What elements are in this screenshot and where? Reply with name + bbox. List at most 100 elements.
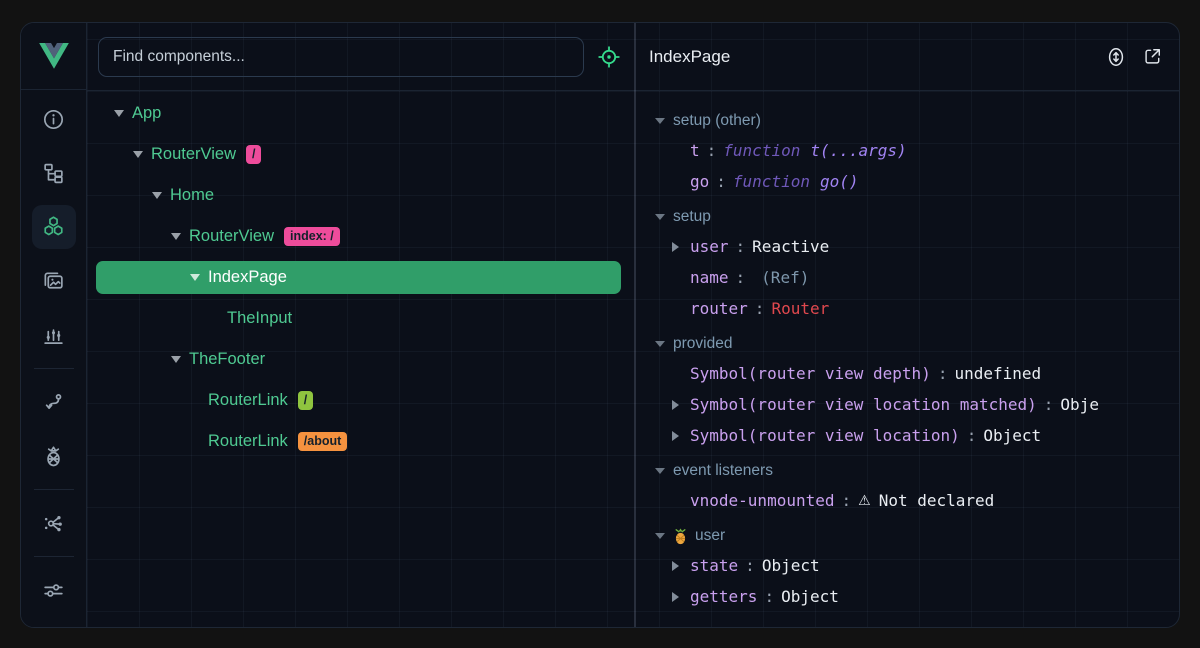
property-colon: : xyxy=(707,141,717,160)
section-user: userstate:Objectgetters:Object xyxy=(635,522,1179,612)
inspector-header-icons xyxy=(1105,46,1163,68)
inspect-target-icon[interactable] xyxy=(597,45,621,69)
tree-node-theinput-5[interactable]: TheInput xyxy=(96,302,621,335)
caret-down-icon[interactable] xyxy=(171,356,189,363)
property-colon: : xyxy=(755,299,765,318)
property-colon: : xyxy=(842,491,852,510)
section-label: setup (other) xyxy=(673,112,761,130)
function-keyword: function xyxy=(723,141,800,160)
section-header[interactable]: event listeners xyxy=(635,457,1179,485)
property-key: vnode-unmounted xyxy=(690,491,835,510)
property-row[interactable]: Symbol(router view location matched):Obj… xyxy=(635,389,1179,420)
property-row[interactable]: router:Router xyxy=(635,293,1179,324)
property-value: Router xyxy=(771,299,829,318)
property-row[interactable]: getters:Object xyxy=(635,581,1179,612)
caret-right-icon[interactable] xyxy=(672,431,690,441)
caret-down-glyph xyxy=(152,192,162,199)
tree-node-routerview-1[interactable]: RouterView/ xyxy=(96,138,621,171)
property-colon: : xyxy=(736,268,746,287)
info-icon[interactable] xyxy=(27,92,81,146)
tree-node-label: RouterLink xyxy=(208,391,288,410)
property-value: Object xyxy=(983,426,1041,445)
route-badge: / xyxy=(246,145,261,164)
pinia-store-icon xyxy=(673,528,688,545)
caret-down-icon[interactable] xyxy=(171,233,189,240)
caret-down-icon[interactable] xyxy=(190,274,208,281)
property-key: Symbol(router view location) xyxy=(690,426,960,445)
route-badge: /about xyxy=(298,432,348,451)
property-colon: : xyxy=(745,556,755,575)
inspector-body: setup (other)t:functiont(...args)go:func… xyxy=(635,91,1179,627)
tree-node-routerlink-7[interactable]: RouterLink / xyxy=(96,384,621,417)
pages-tree-icon[interactable] xyxy=(27,146,81,200)
tree-node-app-0[interactable]: App xyxy=(96,97,621,130)
caret-down-icon[interactable] xyxy=(655,118,673,124)
function-keyword: function xyxy=(733,172,810,191)
property-row[interactable]: Symbol(router view depth):undefined xyxy=(635,358,1179,389)
caret-down-icon[interactable] xyxy=(655,214,673,220)
components-icon[interactable] xyxy=(27,200,81,254)
caret-down-icon[interactable] xyxy=(152,192,170,199)
tree-node-indexpage-4[interactable]: IndexPage xyxy=(96,261,621,294)
property-row[interactable]: t: function t(...args) xyxy=(635,135,1179,166)
caret-down-icon[interactable] xyxy=(133,151,151,158)
route-badge: / xyxy=(298,391,313,410)
tree-node-routerlink-8[interactable]: RouterLink/about xyxy=(96,425,621,458)
caret-right-glyph xyxy=(672,592,679,602)
function-signature: t(...args) xyxy=(810,141,906,160)
tree-node-label: IndexPage xyxy=(208,268,287,287)
property-row[interactable]: state: Object xyxy=(635,550,1179,581)
section-header[interactable]: setup (other) xyxy=(635,107,1179,135)
property-value: Not declared xyxy=(879,491,995,510)
property-key: t xyxy=(690,141,700,160)
property-row[interactable]: user:Reactive xyxy=(635,231,1179,262)
property-key: user xyxy=(690,237,729,256)
warning-icon: ⚠ xyxy=(858,493,871,509)
caret-down-glyph xyxy=(171,356,181,363)
tree-node-routerview-3[interactable]: RouterViewindex: / xyxy=(96,220,621,253)
caret-right-icon[interactable] xyxy=(672,561,690,571)
section-setup: setupuser:Reactivename:(Ref)router:Route… xyxy=(635,203,1179,324)
router-icon[interactable] xyxy=(27,375,81,429)
caret-right-icon[interactable] xyxy=(672,592,690,602)
search-input[interactable] xyxy=(98,37,584,77)
caret-right-icon[interactable] xyxy=(672,400,690,410)
section-header[interactable]: setup xyxy=(635,203,1179,231)
property-value: Object xyxy=(781,587,839,606)
tree-node-thefooter-6[interactable]: TheFooter xyxy=(96,343,621,376)
sidebar-divider xyxy=(34,368,74,369)
caret-down-icon[interactable] xyxy=(114,110,132,117)
timeline-icon[interactable] xyxy=(27,308,81,362)
open-in-editor-icon[interactable] xyxy=(1142,46,1163,67)
property-colon: : xyxy=(736,237,746,256)
property-key: name xyxy=(690,268,729,287)
tree-node-label: RouterLink xyxy=(208,432,288,451)
section-label: provided xyxy=(673,335,732,353)
property-key: state xyxy=(690,556,738,575)
caret-right-icon[interactable] xyxy=(672,242,690,252)
pinia-icon[interactable] xyxy=(27,429,81,483)
tree-node-label: TheInput xyxy=(227,309,292,328)
caret-right-glyph xyxy=(672,431,679,441)
graph-icon[interactable] xyxy=(27,496,81,550)
panel-splitter[interactable] xyxy=(634,23,636,627)
tree-toolbar xyxy=(87,23,635,91)
assets-icon[interactable] xyxy=(27,254,81,308)
property-row[interactable]: vnode-unmounted: ⚠ Not declared xyxy=(635,485,1179,516)
scroll-to-component-icon[interactable] xyxy=(1105,46,1127,68)
property-key: go xyxy=(690,172,709,191)
property-row[interactable]: name:(Ref) xyxy=(635,262,1179,293)
settings-icon[interactable] xyxy=(27,563,81,617)
route-badge: index: / xyxy=(284,227,340,246)
caret-down-icon[interactable] xyxy=(655,468,673,474)
tree-node-home-2[interactable]: Home xyxy=(96,179,621,212)
caret-down-glyph xyxy=(114,110,124,117)
vue-logo xyxy=(21,23,86,90)
property-value: Object xyxy=(762,556,820,575)
section-header[interactable]: user xyxy=(635,522,1179,550)
caret-down-icon[interactable] xyxy=(655,341,673,347)
property-row[interactable]: go:functiongo() xyxy=(635,166,1179,197)
section-header[interactable]: provided xyxy=(635,330,1179,358)
property-row[interactable]: Symbol(router view location):Object xyxy=(635,420,1179,451)
caret-down-icon[interactable] xyxy=(655,533,673,539)
